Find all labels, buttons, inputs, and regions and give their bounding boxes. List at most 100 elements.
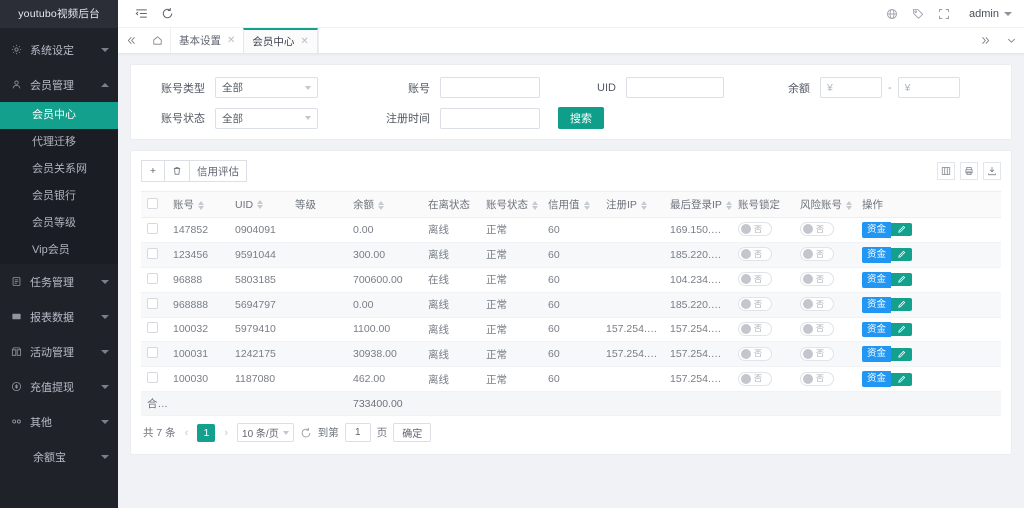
row-checkbox[interactable] bbox=[147, 223, 158, 234]
row-checkbox[interactable] bbox=[147, 273, 158, 284]
sidebar-group-recharge[interactable]: 充值提现 bbox=[0, 369, 118, 404]
lock-toggle[interactable]: 否 bbox=[738, 372, 772, 386]
sidebar-group-member[interactable]: 会员管理 bbox=[0, 67, 118, 102]
search-button[interactable]: 搜索 bbox=[558, 107, 604, 129]
table-row[interactable]: 100031124217530938.00离线正常60157.254.19...… bbox=[141, 342, 1001, 367]
balance-max-input[interactable]: ¥ bbox=[898, 77, 960, 98]
sort-icon[interactable] bbox=[846, 201, 852, 210]
risk-toggle[interactable]: 否 bbox=[800, 372, 834, 386]
sort-icon[interactable] bbox=[378, 201, 384, 210]
menu-fold-icon[interactable] bbox=[128, 1, 154, 27]
risk-toggle[interactable]: 否 bbox=[800, 322, 834, 336]
sidebar-item-member-level[interactable]: 会员等级 bbox=[0, 210, 118, 237]
table-row[interactable]: 14785209040910.00离线正常60169.150.22...否否资金 bbox=[141, 218, 1001, 243]
fund-button[interactable]: 资金 bbox=[862, 247, 891, 263]
fullscreen-icon[interactable] bbox=[931, 1, 957, 27]
row-checkbox[interactable] bbox=[147, 248, 158, 259]
sort-icon[interactable] bbox=[532, 201, 538, 210]
tab-member-center[interactable]: 会员中心 ✕ bbox=[243, 28, 317, 53]
sidebar-group-yuebao[interactable]: 余额宝 bbox=[0, 439, 118, 474]
sidebar-item-member-network[interactable]: 会员关系网 bbox=[0, 156, 118, 183]
user-menu[interactable]: admin bbox=[969, 8, 1012, 20]
lock-toggle[interactable]: 否 bbox=[738, 222, 772, 236]
account-status-select[interactable]: 全部 bbox=[215, 108, 318, 129]
pencil-icon[interactable] bbox=[891, 373, 912, 386]
fund-button[interactable]: 资金 bbox=[862, 222, 891, 238]
lock-toggle[interactable]: 否 bbox=[738, 247, 772, 261]
table-row[interactable]: 968885803185700600.00在线正常60104.234.20...… bbox=[141, 267, 1001, 292]
page-size-select[interactable]: 10 条/页 bbox=[237, 423, 294, 442]
col-last-ip[interactable]: 最后登录IP bbox=[664, 192, 732, 218]
lock-toggle[interactable]: 否 bbox=[738, 272, 772, 286]
sidebar-group-task[interactable]: 任务管理 bbox=[0, 264, 118, 299]
col-reg-ip[interactable]: 注册IP bbox=[600, 192, 664, 218]
pencil-icon[interactable] bbox=[891, 323, 912, 336]
sort-icon[interactable] bbox=[198, 201, 204, 210]
close-icon[interactable]: ✕ bbox=[227, 35, 235, 46]
close-icon[interactable]: ✕ bbox=[300, 36, 308, 47]
sidebar-group-report[interactable]: 报表数据 bbox=[0, 299, 118, 334]
table-row[interactable]: 10003259794101100.00离线正常60157.254.19...1… bbox=[141, 317, 1001, 342]
fund-button[interactable]: 资金 bbox=[862, 297, 891, 313]
lock-toggle[interactable]: 否 bbox=[738, 347, 772, 361]
double-left-icon[interactable] bbox=[118, 28, 144, 53]
chevron-down-icon[interactable] bbox=[998, 35, 1024, 46]
lock-toggle[interactable]: 否 bbox=[738, 297, 772, 311]
row-checkbox[interactable] bbox=[147, 298, 158, 309]
col-account[interactable]: 账号 bbox=[167, 192, 229, 218]
sidebar-group-system[interactable]: 系统设定 bbox=[0, 32, 118, 67]
sort-icon[interactable] bbox=[726, 201, 732, 210]
col-status[interactable]: 账号状态 bbox=[480, 192, 542, 218]
sort-icon[interactable] bbox=[641, 201, 647, 210]
sidebar-item-member-center[interactable]: 会员中心 bbox=[0, 102, 118, 129]
col-credit[interactable]: 信用值 bbox=[542, 192, 600, 218]
fund-button[interactable]: 资金 bbox=[862, 346, 891, 362]
fund-button[interactable]: 资金 bbox=[862, 322, 891, 338]
page-number-1[interactable]: 1 bbox=[197, 424, 215, 442]
sidebar-group-activity[interactable]: 活动管理 bbox=[0, 334, 118, 369]
print-icon[interactable] bbox=[960, 162, 978, 180]
fund-button[interactable]: 资金 bbox=[862, 371, 891, 387]
columns-icon[interactable] bbox=[937, 162, 955, 180]
select-all-checkbox[interactable] bbox=[147, 198, 158, 209]
globe-icon[interactable] bbox=[879, 1, 905, 27]
sidebar-item-member-bank[interactable]: 会员银行 bbox=[0, 183, 118, 210]
sort-icon[interactable] bbox=[257, 200, 263, 209]
tag-icon[interactable] bbox=[905, 1, 931, 27]
pencil-icon[interactable] bbox=[891, 248, 912, 261]
risk-toggle[interactable]: 否 bbox=[800, 272, 834, 286]
tab-basic-settings[interactable]: 基本设置 ✕ bbox=[170, 28, 243, 53]
table-row[interactable]: 1000301187080462.00离线正常60157.254.19...否否… bbox=[141, 367, 1001, 392]
risk-toggle[interactable]: 否 bbox=[800, 247, 834, 261]
credit-assessment-button[interactable]: 信用评估 bbox=[189, 160, 247, 182]
row-checkbox[interactable] bbox=[147, 372, 158, 383]
goto-page-input[interactable]: 1 bbox=[345, 423, 371, 442]
risk-toggle[interactable]: 否 bbox=[800, 222, 834, 236]
pencil-icon[interactable] bbox=[891, 273, 912, 286]
col-risk[interactable]: 风险账号 bbox=[794, 192, 856, 218]
chevron-right-icon[interactable]: › bbox=[221, 427, 231, 439]
fund-button[interactable]: 资金 bbox=[862, 272, 891, 288]
pencil-icon[interactable] bbox=[891, 298, 912, 311]
delete-button[interactable] bbox=[164, 160, 190, 182]
account-type-select[interactable]: 全部 bbox=[215, 77, 318, 98]
sort-icon[interactable] bbox=[584, 201, 590, 210]
row-checkbox[interactable] bbox=[147, 322, 158, 333]
export-icon[interactable] bbox=[983, 162, 1001, 180]
col-uid[interactable]: UID bbox=[229, 192, 289, 218]
risk-toggle[interactable]: 否 bbox=[800, 347, 834, 361]
risk-toggle[interactable]: 否 bbox=[800, 297, 834, 311]
table-row[interactable]: 1234569591044300.00离线正常60185.220.23...否否… bbox=[141, 242, 1001, 267]
balance-min-input[interactable]: ¥ bbox=[820, 77, 882, 98]
refresh-icon[interactable] bbox=[154, 1, 180, 27]
pencil-icon[interactable] bbox=[891, 223, 912, 236]
col-balance[interactable]: 余额 bbox=[347, 192, 422, 218]
sidebar-item-agent-transfer[interactable]: 代理迁移 bbox=[0, 129, 118, 156]
uid-input[interactable] bbox=[626, 77, 724, 98]
account-input[interactable] bbox=[440, 77, 540, 98]
add-button[interactable]: + bbox=[141, 160, 165, 182]
sidebar-group-other[interactable]: 其他 bbox=[0, 404, 118, 439]
reg-time-input[interactable] bbox=[440, 108, 540, 129]
row-checkbox[interactable] bbox=[147, 347, 158, 358]
lock-toggle[interactable]: 否 bbox=[738, 322, 772, 336]
